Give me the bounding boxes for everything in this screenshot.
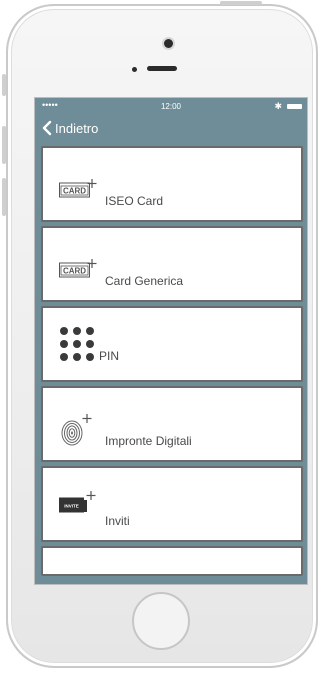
battery-icon — [287, 104, 302, 109]
svg-text:INVITE: INVITE — [64, 504, 79, 509]
bluetooth-icon: ✱ — [274, 101, 282, 111]
svg-text:CARD: CARD — [63, 267, 86, 276]
fingerprint-add-icon — [61, 414, 92, 446]
list-item-label: PIN — [99, 349, 120, 363]
svg-text:CARD: CARD — [63, 187, 86, 196]
list-item-label: Card Generica — [105, 274, 184, 288]
status-time: 12:00 — [160, 102, 182, 111]
status-bar: ••••• 12:00 ✱ — [35, 98, 307, 116]
access-method-list: CARD ISEO Card CARD Card Generica PIN Im… — [41, 146, 303, 576]
front-camera — [164, 39, 173, 48]
list-item-label: Inviti — [105, 514, 130, 528]
back-button[interactable]: Indietro — [41, 120, 98, 136]
chevron-left-icon — [42, 120, 52, 136]
pin-keypad-icon — [60, 327, 94, 361]
volume-up-button — [2, 126, 6, 164]
phone-screen: ••••• 12:00 ✱ Indietro CARD ISEO Card CA… — [34, 97, 308, 585]
home-button[interactable] — [132, 592, 190, 650]
list-item-pin[interactable]: PIN — [41, 306, 303, 382]
navigation-bar: Indietro — [35, 116, 307, 143]
mute-switch — [2, 74, 6, 96]
back-label: Indietro — [55, 120, 99, 136]
list-item-label: ISEO Card — [105, 194, 164, 208]
proximity-sensor — [132, 67, 137, 72]
volume-down-button — [2, 178, 6, 216]
card-add-icon: CARD — [59, 259, 97, 278]
list-item-label: Impronte Digitali — [105, 434, 192, 448]
power-button — [220, 1, 262, 5]
list-item-inviti[interactable]: INVITE Inviti — [41, 466, 303, 542]
list-item-impronte-digitali[interactable]: Impronte Digitali — [41, 386, 303, 462]
list-item-card-generica[interactable]: CARD Card Generica — [41, 226, 303, 302]
invite-add-icon: INVITE — [59, 491, 96, 513]
list-item-iseo-card[interactable]: CARD ISEO Card — [41, 146, 303, 222]
earpiece-speaker — [147, 66, 177, 71]
card-add-icon: CARD — [59, 179, 97, 198]
list-item-partial[interactable] — [41, 546, 303, 576]
